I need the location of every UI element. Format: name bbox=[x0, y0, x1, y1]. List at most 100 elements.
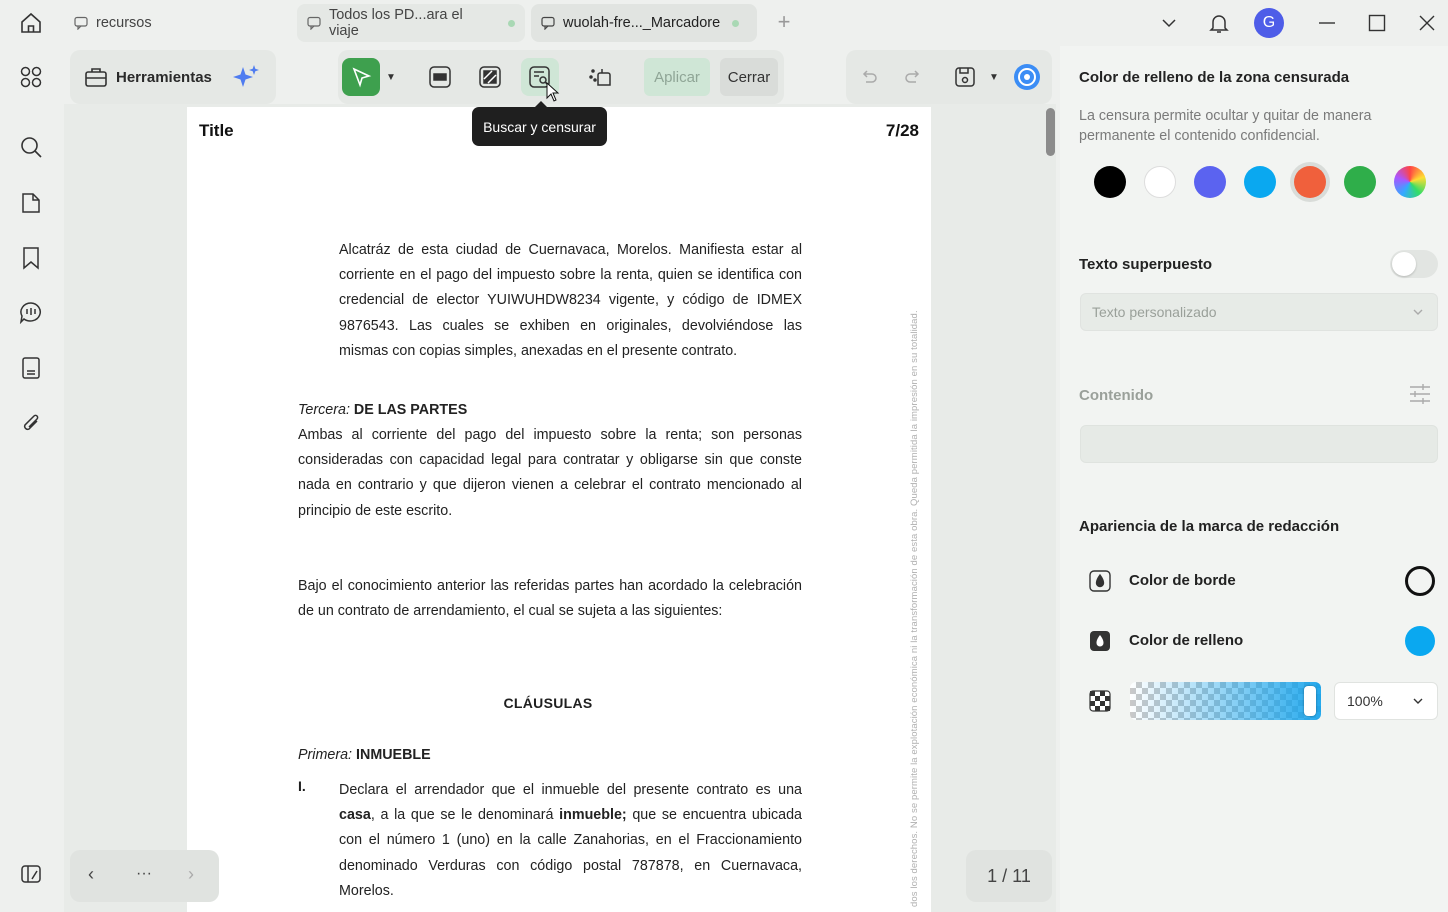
overlay-text-select[interactable]: Texto personalizado bbox=[1080, 293, 1438, 331]
fill-color-swatch[interactable] bbox=[1405, 626, 1435, 656]
overlay-text-toggle[interactable] bbox=[1390, 250, 1438, 278]
save-button[interactable] bbox=[946, 58, 984, 96]
sliders-icon[interactable] bbox=[1408, 382, 1432, 406]
search-icon bbox=[21, 137, 42, 158]
toolbox-icon bbox=[84, 66, 108, 88]
magic-wand-icon bbox=[589, 69, 611, 86]
redo-button[interactable] bbox=[894, 58, 932, 96]
tab-recursos[interactable]: recursos bbox=[64, 4, 284, 42]
bookmarks-button[interactable] bbox=[15, 242, 47, 274]
chevron-down-icon[interactable]: ▼ bbox=[386, 72, 396, 83]
opacity-select[interactable]: 100% bbox=[1334, 682, 1438, 720]
undo-button[interactable] bbox=[850, 58, 888, 96]
text-run: Declara el arrendador que el inmueble de… bbox=[339, 782, 802, 798]
tab-label: recursos bbox=[96, 15, 152, 31]
opacity-slider-handle[interactable] bbox=[1304, 686, 1316, 716]
attachments-button[interactable] bbox=[15, 407, 47, 439]
tools-label[interactable]: Herramientas bbox=[116, 69, 212, 86]
tab-status-dot bbox=[732, 19, 740, 27]
fill-color-row[interactable]: Color de relleno bbox=[1087, 624, 1427, 658]
home-icon bbox=[21, 12, 41, 33]
swatch-green[interactable] bbox=[1344, 166, 1376, 198]
fill-color-description: La censura permite ocultar y quitar de m… bbox=[1079, 108, 1372, 144]
chevron-down-icon bbox=[1413, 309, 1423, 315]
pages-button[interactable] bbox=[15, 187, 47, 219]
text-run: , a la que se le denominará bbox=[370, 807, 560, 824]
overlay-text-heading: Texto superpuesto bbox=[1079, 256, 1213, 273]
tools-menu-pill: Herramientas bbox=[70, 50, 276, 104]
redact-area-icon bbox=[429, 66, 451, 88]
search-button[interactable] bbox=[15, 131, 47, 163]
swatch-sky[interactable] bbox=[1244, 166, 1276, 198]
maximize-icon bbox=[1368, 14, 1386, 32]
close-window-button[interactable] bbox=[1412, 8, 1442, 38]
swatch-black[interactable] bbox=[1094, 166, 1126, 198]
overlay-text-placeholder: Texto personalizado bbox=[1092, 304, 1217, 320]
fill-color-label: Color de relleno bbox=[1129, 632, 1244, 649]
next-page-button[interactable]: › bbox=[188, 864, 194, 885]
tab-wuolah[interactable]: wuolah-fre..._Marcadore bbox=[531, 4, 757, 42]
redo-icon bbox=[905, 70, 920, 83]
clause-number: Primera: bbox=[298, 747, 353, 763]
forms-button[interactable] bbox=[15, 352, 47, 384]
tab-list-button[interactable] bbox=[1154, 8, 1184, 38]
history-toolbar: ▼ bbox=[846, 50, 1052, 104]
ai-assistant-button[interactable] bbox=[1008, 58, 1046, 96]
tab-todos-los-pdf[interactable]: Todos los PD...ara el viaje bbox=[297, 4, 525, 42]
grid-icon bbox=[20, 66, 42, 88]
minimize-button[interactable] bbox=[1312, 8, 1342, 38]
maximize-button[interactable] bbox=[1362, 8, 1392, 38]
border-color-swatch[interactable] bbox=[1405, 566, 1435, 596]
panel-toggle-button[interactable] bbox=[15, 858, 47, 890]
notifications-button[interactable] bbox=[1204, 8, 1234, 38]
mouse-pointer-icon bbox=[546, 82, 560, 102]
fill-color-heading: Color de relleno de la zona censurada bbox=[1079, 69, 1350, 86]
area-redact-button[interactable] bbox=[421, 58, 459, 96]
swatch-orange-selected[interactable] bbox=[1294, 166, 1326, 198]
comments-button[interactable] bbox=[15, 296, 47, 328]
bold-term: casa bbox=[339, 807, 371, 824]
border-color-row[interactable]: Color de borde bbox=[1087, 564, 1427, 598]
apply-button[interactable]: Aplicar bbox=[644, 58, 710, 96]
list-number: I. bbox=[298, 778, 306, 794]
droplet-filled-icon bbox=[1087, 628, 1113, 654]
undo-icon bbox=[862, 70, 877, 83]
smart-redact-button[interactable] bbox=[582, 58, 620, 96]
title-bar: recursos Todos los PD...ara el viaje wuo… bbox=[0, 0, 1448, 46]
page-redact-button[interactable] bbox=[471, 58, 509, 96]
new-tab-button[interactable]: + bbox=[772, 11, 796, 35]
more-button[interactable]: ··· bbox=[136, 865, 152, 883]
swatch-custom-color[interactable] bbox=[1394, 166, 1426, 198]
pdf-page: Title 7/28 Alcatráz de esta ciudad de Cu… bbox=[187, 107, 931, 912]
paragraph: Declara el arrendador que el inmueble de… bbox=[339, 778, 802, 904]
swatch-indigo[interactable] bbox=[1194, 166, 1226, 198]
content-input[interactable] bbox=[1080, 425, 1438, 463]
paperclip-icon bbox=[23, 414, 39, 431]
clause-title: INMUEBLE bbox=[356, 747, 431, 763]
paragraph: Ambas al corriente del pago del impuesto… bbox=[298, 427, 802, 519]
checkerboard-icon bbox=[1087, 688, 1113, 714]
home-button[interactable] bbox=[14, 6, 48, 40]
select-tool-button[interactable] bbox=[342, 58, 380, 96]
comment-icon bbox=[19, 302, 41, 324]
prev-page-button[interactable]: ‹ bbox=[88, 864, 94, 885]
page-indicator[interactable]: 1 / 11 bbox=[966, 850, 1052, 902]
form-icon bbox=[22, 357, 40, 379]
chevron-down-icon[interactable]: ▼ bbox=[989, 72, 999, 83]
apps-button[interactable] bbox=[15, 61, 47, 93]
tab-status-dot bbox=[508, 19, 515, 27]
bold-term: inmueble; bbox=[559, 807, 627, 824]
opacity-slider[interactable] bbox=[1130, 682, 1321, 720]
minimize-icon bbox=[1319, 22, 1335, 24]
avatar[interactable]: G bbox=[1254, 8, 1284, 38]
chat-icon bbox=[74, 15, 90, 31]
page-header-number: 7/28 bbox=[885, 121, 919, 140]
clause-title: DE LAS PARTES bbox=[353, 402, 468, 418]
hatched-square-icon bbox=[479, 66, 501, 88]
bookmark-icon bbox=[23, 247, 39, 270]
close-redact-button[interactable]: Cerrar bbox=[720, 58, 778, 96]
vertical-scrollbar[interactable] bbox=[1046, 108, 1055, 156]
ai-sparkle-icon[interactable] bbox=[232, 64, 260, 90]
swatch-white[interactable] bbox=[1144, 166, 1176, 198]
vertical-copyright-note: dos los derechos. No se permite la explo… bbox=[909, 310, 920, 907]
